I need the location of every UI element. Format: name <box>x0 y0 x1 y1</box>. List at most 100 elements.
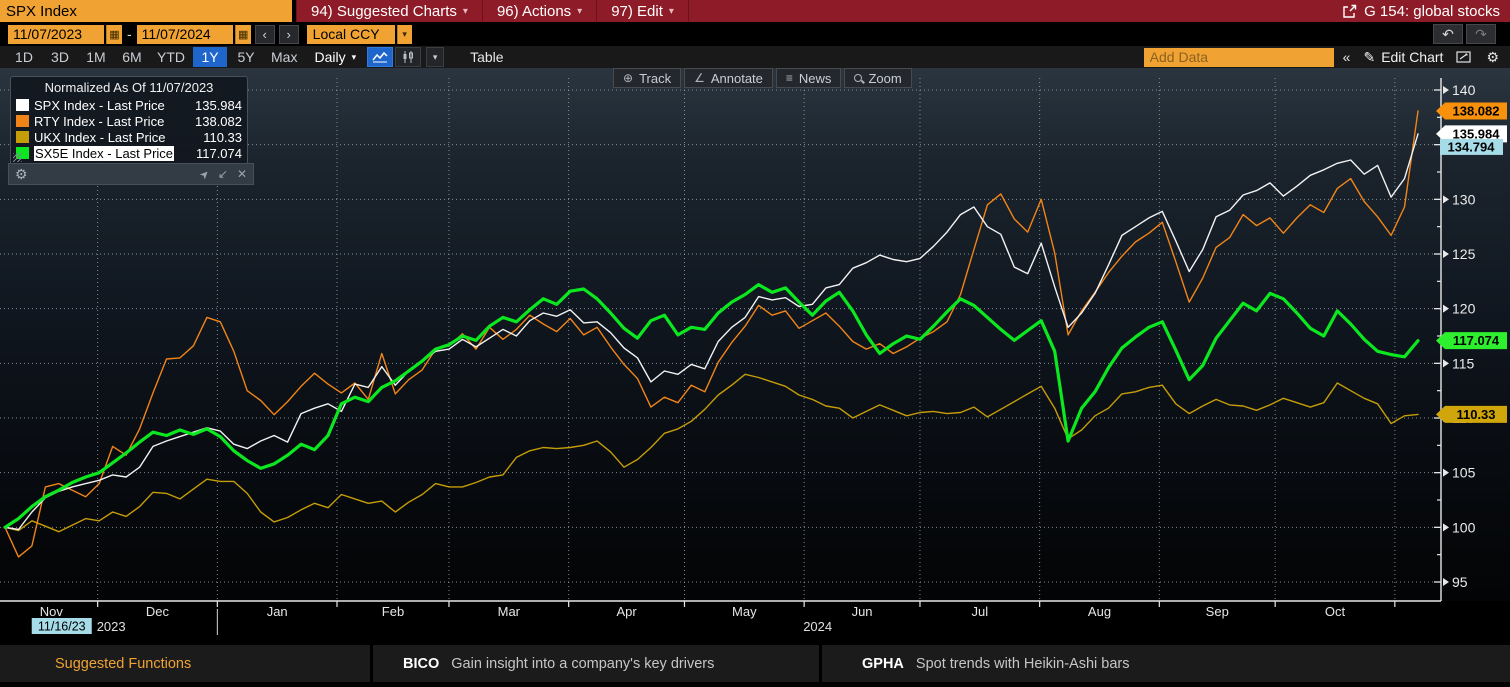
svg-text:Jul: Jul <box>972 604 989 619</box>
chart-legend[interactable]: Normalized As Of 11/07/2023 SPX Index - … <box>10 76 248 165</box>
undo-button[interactable]: ↶ <box>1433 24 1463 44</box>
legend-value: 135.984 <box>195 98 242 113</box>
zoom-label: Zoom <box>868 71 901 86</box>
close-icon[interactable]: ✕ <box>237 167 247 181</box>
legend-item-sx5e-selected[interactable]: SX5E Index - Last Price 117.074 <box>16 145 242 161</box>
redo-button[interactable]: ↷ <box>1466 24 1496 44</box>
svg-text:Sep: Sep <box>1206 604 1229 619</box>
calendar-icon[interactable]: ▦ <box>106 25 122 44</box>
frequency-select[interactable]: Daily ▾ <box>304 49 366 65</box>
legend-label: SX5E Index - Last Price <box>34 146 174 161</box>
line-chart-type-button[interactable] <box>367 47 393 67</box>
svg-text:Oct: Oct <box>1325 604 1346 619</box>
menu-label: 94) Suggested Charts <box>311 3 457 20</box>
track-button[interactable]: ⊕ Track <box>613 68 681 88</box>
legend-item-ukx[interactable]: UKX Index - Last Price 110.33 <box>16 129 242 145</box>
suggested-functions-bar: Suggested Functions BICO Gain insight in… <box>0 645 1510 682</box>
spx-color-swatch <box>16 99 29 111</box>
caret-down-icon: ▾ <box>669 6 674 17</box>
svg-text:May: May <box>732 604 757 619</box>
ukx-color-swatch <box>16 131 29 143</box>
menu-label: 96) Actions <box>497 3 571 20</box>
date-from-field[interactable]: 11/07/2023 <box>8 25 104 44</box>
period-max[interactable]: Max <box>265 47 303 67</box>
line-chart-icon <box>371 51 389 63</box>
candlestick-icon <box>401 50 415 64</box>
menu-label: 97) Edit <box>611 3 663 20</box>
minimize-icon[interactable]: ↙ <box>218 167 228 181</box>
heading-label: Suggested Functions <box>55 656 191 672</box>
undo-redo-group: ↶ ↷ <box>1433 24 1510 44</box>
gear-icon[interactable]: ⚙ <box>1481 47 1504 67</box>
date-to-field[interactable]: 11/07/2024 <box>137 25 233 44</box>
menu-suggested-charts[interactable]: 94) Suggested Charts ▾ <box>296 0 483 22</box>
table-button[interactable]: Table <box>458 49 515 65</box>
date-controls-bar: 11/07/2023 ▦ - 11/07/2024 ▦ ‹ › Local CC… <box>0 22 1510 46</box>
svg-text:Dec: Dec <box>146 604 170 619</box>
period-ytd[interactable]: YTD <box>151 47 191 67</box>
next-period-button[interactable]: › <box>279 25 299 44</box>
legend-resize-handle[interactable] <box>13 153 22 162</box>
menu-bar: 94) Suggested Charts ▾ 96) Actions ▾ 97)… <box>296 0 1510 22</box>
prev-period-button[interactable]: ‹ <box>255 25 275 44</box>
track-label: Track <box>639 71 671 86</box>
candle-chart-type-button[interactable] <box>395 47 421 67</box>
currency-select[interactable]: Local CCY <box>307 25 395 44</box>
period-1y-selected[interactable]: 1Y <box>193 47 227 67</box>
period-6m[interactable]: 6M <box>115 47 149 67</box>
edit-chart-label: Edit Chart <box>1381 49 1443 65</box>
annotate-icon: ∠ <box>694 71 705 85</box>
track-icon: ⊕ <box>623 71 633 85</box>
caret-down-icon[interactable]: ▾ <box>397 25 412 44</box>
legend-footer: ⚙ ➤ ↙ ✕ <box>8 163 254 185</box>
news-icon: ≡ <box>786 71 793 85</box>
function-code: BICO <box>403 656 439 672</box>
period-1d[interactable]: 1D <box>7 47 41 67</box>
news-label: News <box>799 71 832 86</box>
suggestion-bico[interactable]: BICO Gain insight into a company's key d… <box>373 645 819 682</box>
menu-actions[interactable]: 96) Actions ▾ <box>483 0 597 22</box>
caret-down-icon: ▾ <box>352 52 357 63</box>
svg-text:Feb: Feb <box>382 604 404 619</box>
legend-label: UKX Index - Last Price <box>34 130 166 145</box>
chart-type-dropdown[interactable]: ▾ <box>426 47 444 67</box>
rty-color-swatch <box>16 115 29 127</box>
date-separator: - <box>124 26 135 42</box>
legend-title: Normalized As Of 11/07/2023 <box>16 79 242 97</box>
title-bar: SPX Index 94) Suggested Charts ▾ 96) Act… <box>0 0 1510 22</box>
ticker-input[interactable]: SPX Index <box>0 0 296 22</box>
zoom-button[interactable]: Zoom <box>844 68 911 88</box>
news-button[interactable]: ≡ News <box>776 68 842 88</box>
period-1m[interactable]: 1M <box>79 47 113 67</box>
legend-value: 138.082 <box>195 114 242 129</box>
zoom-icon <box>854 74 862 82</box>
edit-chart-button[interactable]: ✎ Edit Chart <box>1359 49 1447 66</box>
svg-text:11/16/23: 11/16/23 <box>38 620 86 634</box>
legend-value: 117.074 <box>196 146 242 161</box>
svg-text:2023: 2023 <box>97 619 126 634</box>
function-desc: Spot trends with Heikin-Ashi bars <box>916 656 1130 672</box>
legend-item-spx[interactable]: SPX Index - Last Price 135.984 <box>16 97 242 113</box>
menu-edit[interactable]: 97) Edit ▾ <box>597 0 689 22</box>
collapse-panel-button[interactable]: « <box>1338 47 1356 67</box>
chart-settings-button[interactable] <box>1451 47 1477 67</box>
period-3d[interactable]: 3D <box>43 47 77 67</box>
page-link[interactable]: G 154: global stocks <box>1342 3 1510 20</box>
annotate-button[interactable]: ∠ Annotate <box>684 68 773 88</box>
caret-down-icon: ▾ <box>577 6 582 17</box>
svg-text:Jun: Jun <box>852 604 873 619</box>
suggested-functions-heading: Suggested Functions <box>0 645 370 682</box>
bloomberg-chart-screen: 95100105110115120125130135140NovDecJanFe… <box>0 0 1510 687</box>
svg-text:Aug: Aug <box>1088 604 1111 619</box>
legend-label: RTY Index - Last Price <box>34 114 164 129</box>
suggestion-gpha[interactable]: GPHA Spot trends with Heikin-Ashi bars <box>822 645 1510 682</box>
calendar-icon[interactable]: ▦ <box>235 25 251 44</box>
legend-item-rty[interactable]: RTY Index - Last Price 138.082 <box>16 113 242 129</box>
legend-value: 110.33 <box>203 130 242 145</box>
period-5y[interactable]: 5Y <box>229 47 263 67</box>
caret-down-icon: ▾ <box>463 6 468 17</box>
pin-icon[interactable]: ➤ <box>196 166 212 182</box>
add-data-input[interactable] <box>1144 48 1334 67</box>
gear-icon[interactable]: ⚙ <box>15 166 28 183</box>
legend-label: SPX Index - Last Price <box>34 98 165 113</box>
